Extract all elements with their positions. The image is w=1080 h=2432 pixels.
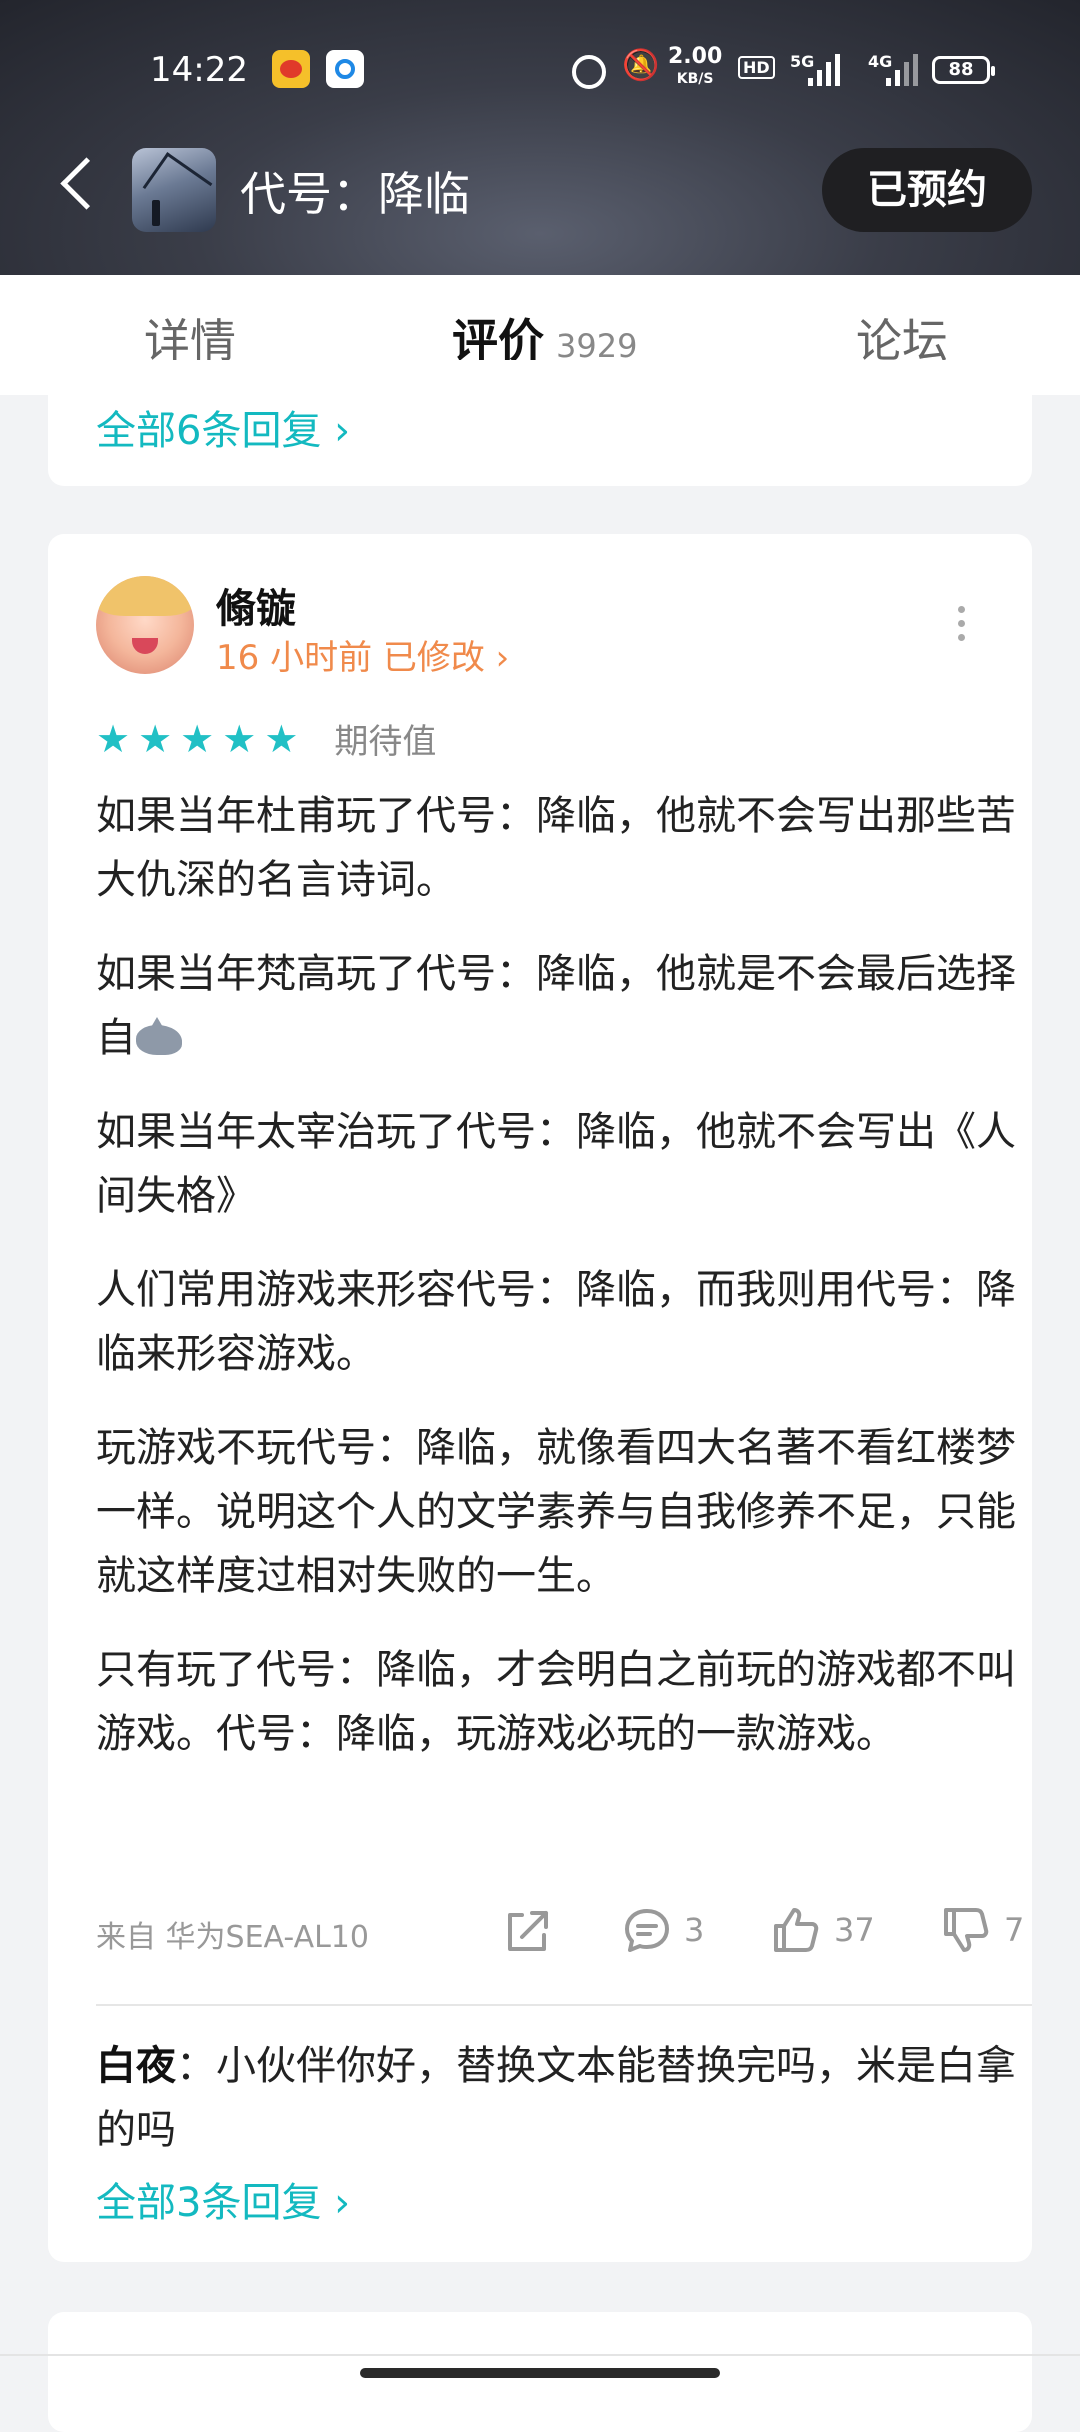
signal-icon: [886, 54, 918, 86]
star-icon: ★: [222, 716, 257, 761]
thumbs-down-icon: [944, 1908, 989, 1952]
review-paragraph: 人们常用游戏来形容代号：降临，而我则用代号：降临来形容游戏。: [96, 1267, 1016, 1377]
comment-button[interactable]: 3: [620, 1900, 704, 1960]
signal-icon: [808, 54, 840, 86]
reply-text: ：小伙伴你好，替换文本能替换完吗，米是白拿的吗: [96, 2043, 1016, 2153]
review-paragraph: 如果当年梵高玩了代号：降临，他就是不会最后选择自: [96, 951, 1016, 1061]
like-button[interactable]: 37: [768, 1900, 875, 1960]
star-icon: ★: [96, 716, 131, 761]
home-indicator[interactable]: [360, 2368, 720, 2378]
more-options-icon[interactable]: [958, 606, 966, 646]
review-body: 如果当年杜甫玩了代号：降临，他就不会写出那些苦大仇深的名言诗词。 如果当年梵高玩…: [96, 784, 1036, 1796]
status-time: 14:22: [150, 50, 248, 90]
review-actions: 来自 华为SEA-AL10 3 37 7: [96, 1900, 1032, 1960]
reserved-button[interactable]: 已预约: [822, 148, 1032, 232]
review-paragraph: 玩游戏不玩代号：降临，就像看四大名著不看红楼梦一样。说明这个人的文学素养与自我修…: [96, 1425, 1016, 1599]
avatar[interactable]: [96, 576, 194, 674]
star-icon: ★: [180, 716, 215, 761]
reply-preview[interactable]: 白夜：小伙伴你好，替换文本能替换完吗，米是白拿的吗: [96, 2034, 1026, 2162]
hd-icon: HD: [738, 56, 775, 79]
review-paragraph: 只有玩了代号：降临，才会明白之前玩的游戏都不叫游戏。代号：降临，玩游戏必玩的一款…: [96, 1647, 1016, 1757]
comment-icon: [625, 1909, 669, 1952]
shark-emoji-icon: [136, 1017, 182, 1055]
rating-row: ★ ★ ★ ★ ★ 期待值: [96, 714, 436, 763]
weibo-icon: [272, 50, 310, 88]
alarm-icon: [572, 55, 606, 89]
dislike-button[interactable]: 7: [938, 1900, 1024, 1960]
status-bar: 14:22 🔕 2.00 KB/S HD 5G 4G 88: [0, 0, 1080, 140]
share-icon: [508, 1911, 548, 1951]
star-icon: ★: [264, 716, 299, 761]
reply-author[interactable]: 白夜: [96, 2043, 176, 2089]
rating-label: 期待值: [334, 722, 437, 762]
all-replies-link[interactable]: 全部3条回复 ›: [96, 2170, 350, 2228]
app-header: 14:22 🔕 2.00 KB/S HD 5G 4G 88 代号：降临 已预约: [0, 0, 1080, 275]
thumbs-up-icon: [774, 1908, 819, 1952]
mute-icon: 🔕: [622, 48, 660, 83]
game-icon[interactable]: [132, 148, 216, 232]
battery-icon: 88: [932, 56, 995, 84]
like-count: 37: [834, 1911, 875, 1949]
app-notification-icon: [326, 50, 364, 88]
page-title: 代号：降临: [240, 167, 470, 221]
divider: [96, 2004, 1032, 2006]
device-source: 来自 华为SEA-AL10: [96, 1920, 369, 1955]
divider: [0, 2354, 1080, 2356]
review-card: 翛镟 16 小时前 已修改 › ★ ★ ★ ★ ★ 期待值 如果当年杜甫玩了代号…: [48, 534, 1032, 2262]
all-replies-link[interactable]: 全部6条回复 ›: [96, 398, 350, 456]
previous-review-card: 全部6条回复 ›: [48, 360, 1032, 486]
share-button[interactable]: [500, 1900, 554, 1960]
username[interactable]: 翛镟: [216, 576, 296, 634]
chevron-left-icon[interactable]: [60, 157, 113, 210]
dislike-count: 7: [1004, 1911, 1025, 1949]
net-speed: 2.00 KB/S: [668, 44, 723, 88]
comment-count: 3: [684, 1911, 705, 1949]
review-paragraph: 如果当年杜甫玩了代号：降临，他就不会写出那些苦大仇深的名言诗词。: [96, 793, 1016, 903]
star-icon: ★: [138, 716, 173, 761]
review-paragraph: 如果当年太宰治玩了代号：降临，他就不会写出《人间失格》: [96, 1109, 1016, 1219]
review-meta[interactable]: 16 小时前 已修改 ›: [216, 630, 509, 679]
